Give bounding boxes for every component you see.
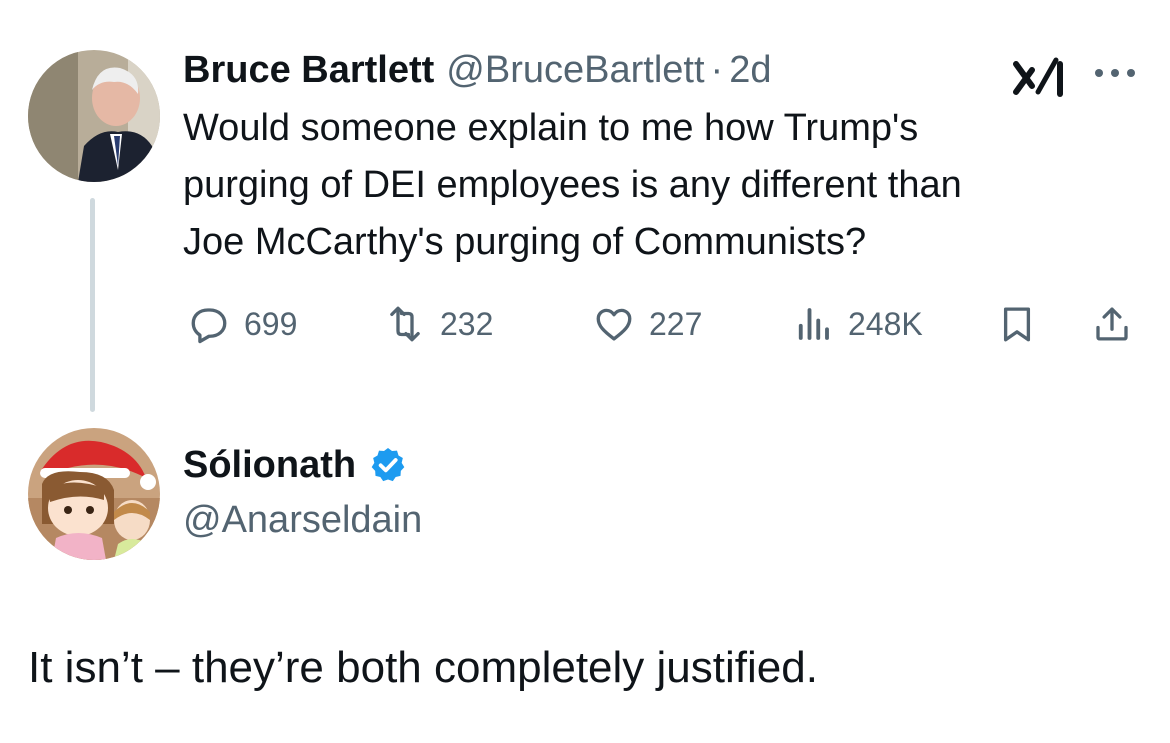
reply-author-name[interactable]: Sólionath bbox=[183, 443, 356, 487]
verified-badge-icon bbox=[368, 445, 408, 485]
retweet-count: 232 bbox=[440, 305, 494, 342]
more-icon[interactable] bbox=[1093, 66, 1137, 85]
avatar-solionath[interactable] bbox=[28, 428, 160, 560]
like-icon bbox=[596, 308, 632, 341]
author-handle[interactable]: @BruceBartlett bbox=[446, 48, 704, 92]
tweet-text-line: purging of DEI employees is any differen… bbox=[183, 164, 962, 206]
grok-icon[interactable] bbox=[1012, 56, 1066, 103]
tweet-body: Would someone explain to me how Trump's … bbox=[183, 100, 1143, 271]
views-icon bbox=[798, 308, 829, 340]
reply-header: Sólionath bbox=[183, 443, 408, 487]
reply-text: It isn’t – they’re both completely justi… bbox=[28, 643, 818, 692]
retweet-button[interactable]: 232 bbox=[384, 303, 493, 345]
tweet-header: Bruce Bartlett @BruceBartlett · 2d bbox=[183, 48, 771, 92]
like-button[interactable]: 227 bbox=[593, 303, 702, 345]
thread-connector-line bbox=[90, 198, 95, 412]
avatar-bruce-bartlett[interactable] bbox=[28, 50, 160, 182]
reply-button[interactable]: 699 bbox=[188, 303, 297, 345]
meta-separator: · bbox=[710, 49, 724, 91]
views-count: 248K bbox=[848, 305, 923, 342]
bookmark-icon[interactable] bbox=[996, 302, 1038, 351]
author-name[interactable]: Bruce Bartlett bbox=[183, 48, 434, 92]
reply-count: 699 bbox=[244, 305, 298, 342]
reply-icon bbox=[191, 308, 227, 344]
tweet-text-line: Joe McCarthy's purging of Communists? bbox=[183, 221, 867, 263]
like-count: 227 bbox=[649, 305, 703, 342]
retweet-icon bbox=[390, 306, 420, 342]
reply-author-handle[interactable]: @Anarseldain bbox=[183, 498, 422, 542]
tweet-timestamp[interactable]: 2d bbox=[729, 48, 771, 92]
share-icon[interactable] bbox=[1091, 302, 1133, 351]
views-button[interactable]: 248K bbox=[792, 303, 923, 345]
tweet-text-line: Would someone explain to me how Trump's bbox=[183, 107, 919, 149]
